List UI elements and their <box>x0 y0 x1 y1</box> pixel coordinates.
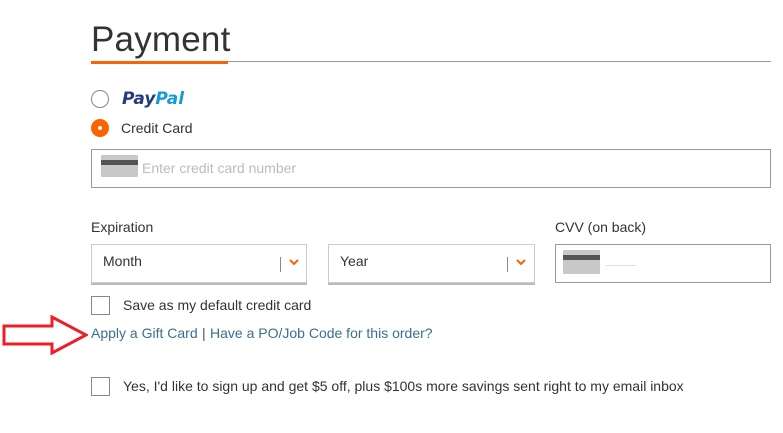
paypal-logo[interactable]: PayPal <box>122 89 184 109</box>
expiration-label: Expiration <box>91 219 154 235</box>
month-select-value: Month <box>103 253 142 269</box>
credit-card-radio[interactable] <box>91 119 109 137</box>
red-right-arrow-icon <box>2 315 88 355</box>
card-number-input-box[interactable] <box>91 149 771 188</box>
month-select[interactable]: Month <box>91 244 307 283</box>
year-select-value: Year <box>340 253 369 269</box>
save-default-checkbox[interactable] <box>91 296 110 315</box>
card-number-input[interactable] <box>142 158 742 178</box>
paypal-logo-pay: Pay <box>122 89 156 109</box>
link-separator: | <box>202 325 206 341</box>
paypal-logo-pal: Pal <box>155 89 185 109</box>
select-separator <box>507 257 508 272</box>
title-accent-underline <box>91 61 228 64</box>
cvv-label: CVV (on back) <box>555 219 647 235</box>
card-back-icon <box>563 250 600 274</box>
credit-card-label[interactable]: Credit Card <box>121 120 193 136</box>
cvv-input[interactable] <box>606 265 636 266</box>
page-title: Payment <box>91 20 231 59</box>
cvv-input-box[interactable] <box>555 244 771 283</box>
email-signup-label[interactable]: Yes, I'd like to sign up and get $5 off,… <box>123 378 684 394</box>
paypal-radio[interactable] <box>91 90 109 108</box>
chevron-down-icon <box>516 259 526 266</box>
email-signup-checkbox[interactable] <box>91 377 110 396</box>
chevron-down-icon <box>289 259 299 266</box>
year-select[interactable]: Year <box>328 244 535 283</box>
apply-gift-card-link[interactable]: Apply a Gift Card <box>91 325 198 341</box>
save-default-label[interactable]: Save as my default credit card <box>123 297 311 313</box>
select-separator <box>280 257 281 272</box>
credit-card-icon <box>101 155 138 177</box>
po-job-code-link[interactable]: Have a PO/Job Code for this order? <box>210 325 433 341</box>
